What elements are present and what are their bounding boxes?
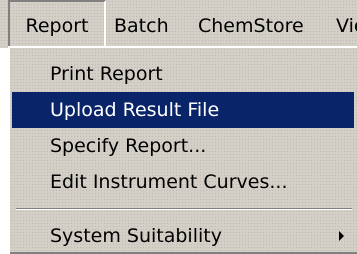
menu-batch[interactable]: Batch <box>114 0 169 48</box>
menu-item-label: Print Report <box>50 63 163 85</box>
menu-item-label: Specify Report... <box>50 135 207 157</box>
menu-item-label: Upload Result File <box>50 99 220 121</box>
menu-item-print-report[interactable]: Print Report <box>12 56 354 92</box>
menu-item-label: System Suitability <box>50 225 222 247</box>
menu-item-edit-instrument-curves[interactable]: Edit Instrument Curves... <box>12 164 354 200</box>
menu-report[interactable]: Report <box>8 0 106 48</box>
menu-separator <box>16 208 352 210</box>
menu-view[interactable]: Vie <box>336 0 357 48</box>
report-dropdown-menu: Print Report Upload Result File Specify … <box>8 46 357 254</box>
menu-item-upload-result-file[interactable]: Upload Result File <box>12 92 354 128</box>
menu-item-specify-report[interactable]: Specify Report... <box>12 128 354 164</box>
chevron-right-icon <box>339 231 344 241</box>
menu-item-system-suitability[interactable]: System Suitability <box>12 218 354 254</box>
menu-bar: Report Batch ChemStore Vie <box>0 0 357 48</box>
menu-item-label: Edit Instrument Curves... <box>50 171 288 193</box>
menu-chemstore[interactable]: ChemStore <box>198 0 304 48</box>
